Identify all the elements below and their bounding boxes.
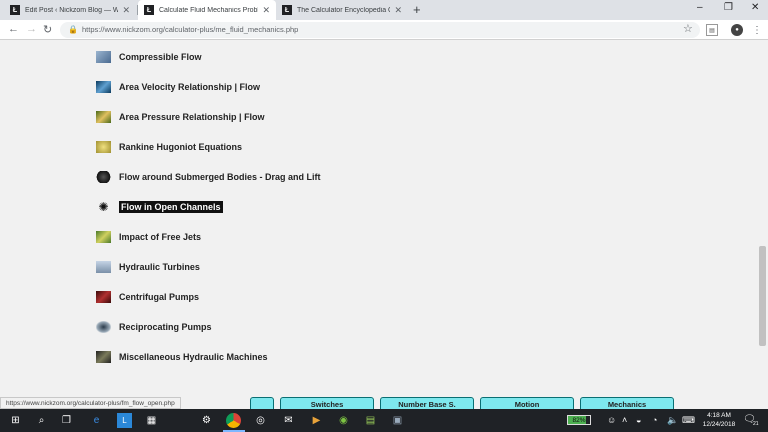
centrifugal-pumps-thumb	[96, 291, 111, 303]
nickzom-favicon-icon: Ł	[282, 5, 292, 15]
battery-indicator[interactable]: 82%	[567, 415, 591, 425]
list-item-label[interactable]: Impact of Free Jets	[119, 232, 201, 242]
network-icon[interactable]: ◒	[636, 415, 641, 425]
windows-taskbar: ⊞ ⌕ ❐ e L ▦ ⚙ ◎ ✉ ▶ ◉ ▤ ▣ 82% ☺ ˄ ◒ ◔ 🔈 …	[0, 409, 768, 432]
back-button[interactable]: ←	[8, 23, 19, 35]
extension-icon[interactable]: ▤	[706, 24, 718, 36]
hydraulic-turbines-thumb	[96, 261, 111, 273]
list-item[interactable]: Impact of Free Jets	[96, 229, 201, 245]
minimize-button[interactable]: –	[697, 2, 703, 13]
page-scrollbar[interactable]	[757, 41, 768, 397]
media-player-icon[interactable]: ▶	[309, 413, 324, 428]
maximize-button[interactable]: ❐	[724, 2, 733, 13]
tab-fluid-mechanics[interactable]: Ł Calculate Fluid Mechanics Proble ✕	[138, 0, 276, 20]
task-view-icon[interactable]: ❐	[59, 413, 74, 428]
windows-start-icon[interactable]: ⊞	[8, 413, 23, 428]
new-tab-button[interactable]: +	[413, 2, 421, 17]
forward-button[interactable]: →	[26, 23, 37, 35]
list-item-label[interactable]: Flow in Open Channels	[119, 201, 223, 213]
search-icon[interactable]: ⌕	[34, 413, 49, 428]
rankine-thumb	[96, 141, 111, 153]
close-tab-icon[interactable]: ✕	[122, 5, 130, 16]
submerged-bodies-thumb	[96, 171, 111, 183]
bookmark-star-icon[interactable]: ☆	[683, 22, 693, 35]
page-content: Compressible Flow Area Velocity Relation…	[0, 41, 757, 397]
app-window-icon[interactable]: ▣	[390, 413, 405, 428]
status-url: https://www.nickzom.org/calculator-plus/…	[6, 399, 175, 407]
list-item[interactable]: Hydraulic Turbines	[96, 259, 200, 275]
tab-title: Calculate Fluid Mechanics Proble	[159, 6, 259, 14]
area-pressure-thumb	[96, 111, 111, 123]
misc-machines-thumb	[96, 351, 111, 363]
tab-title: The Calculator Encyclopedia Calc	[297, 6, 390, 14]
wifi-icon[interactable]: ◔	[652, 415, 657, 425]
list-item[interactable]: Area Pressure Relationship | Flow	[96, 109, 265, 125]
close-tab-icon[interactable]: ✕	[262, 5, 270, 16]
lock-icon: 🔒	[68, 25, 78, 34]
browser-toolbar: ← → ↻ 🔒 https://www.nickzom.org/calculat…	[0, 20, 768, 40]
calculator-icon[interactable]: ▦	[144, 413, 159, 428]
list-item[interactable]: Miscellaneous Hydraulic Machines	[96, 349, 268, 365]
list-item-label[interactable]: Rankine Hugoniot Equations	[119, 142, 242, 152]
android-icon[interactable]: ◉	[336, 413, 351, 428]
system-clock[interactable]: 4:18 AM 12/24/2018	[700, 411, 738, 429]
area-velocity-thumb	[96, 81, 111, 93]
volume-icon[interactable]: 🔈	[667, 415, 678, 426]
list-item-label[interactable]: Compressible Flow	[119, 52, 202, 62]
link-status-bar: https://www.nickzom.org/calculator-plus/…	[0, 397, 181, 409]
mail-icon[interactable]: ✉	[281, 413, 296, 428]
people-icon[interactable]: ☺	[607, 415, 616, 425]
tab-calculator-encyclopedia[interactable]: Ł The Calculator Encyclopedia Calc ✕	[276, 0, 408, 20]
open-channels-thumb: ✺	[98, 200, 109, 214]
free-jets-thumb	[96, 231, 111, 243]
edge-icon[interactable]: e	[89, 413, 104, 428]
list-item-label[interactable]: Hydraulic Turbines	[119, 262, 200, 272]
list-item[interactable]: Centrifugal Pumps	[96, 289, 199, 305]
show-hidden-icons-icon[interactable]: ˄	[622, 415, 627, 425]
list-item[interactable]: ✺ Flow in Open Channels	[96, 199, 223, 215]
battery-percent: 82%	[572, 416, 586, 424]
nickzom-favicon-icon: Ł	[144, 5, 154, 15]
list-item[interactable]: Rankine Hugoniot Equations	[96, 139, 242, 155]
notepad-icon[interactable]: ▤	[363, 413, 378, 428]
list-item-label[interactable]: Area Pressure Relationship | Flow	[119, 112, 265, 122]
settings-gear-icon[interactable]: ⚙	[199, 413, 214, 428]
list-item-label[interactable]: Reciprocating Pumps	[119, 322, 212, 332]
media-icon[interactable]: ◎	[253, 413, 268, 428]
list-item-label[interactable]: Miscellaneous Hydraulic Machines	[119, 352, 268, 362]
reciprocating-pumps-thumb	[96, 321, 111, 333]
close-tab-icon[interactable]: ✕	[394, 5, 402, 16]
list-item[interactable]: Area Velocity Relationship | Flow	[96, 79, 260, 95]
list-item-label[interactable]: Centrifugal Pumps	[119, 292, 199, 302]
compressible-flow-thumb	[96, 51, 111, 63]
reload-button[interactable]: ↻	[43, 23, 52, 36]
scrollbar-thumb[interactable]	[759, 246, 766, 346]
list-item-label[interactable]: Flow around Submerged Bodies - Drag and …	[119, 172, 321, 182]
keyboard-icon[interactable]: ⌨	[682, 415, 695, 426]
app-l-icon[interactable]: L	[117, 413, 132, 428]
profile-avatar[interactable]: ●	[731, 24, 743, 36]
clock-date: 12/24/2018	[702, 421, 736, 428]
tab-title: Edit Post ‹ Nickzom Blog — Wo	[25, 6, 119, 14]
address-url[interactable]: https://www.nickzom.org/calculator-plus/…	[82, 25, 298, 34]
tab-edit-post[interactable]: Ł Edit Post ‹ Nickzom Blog — Wo ✕	[4, 0, 136, 20]
tab-strip: Ł Edit Post ‹ Nickzom Blog — Wo ✕ Ł Calc…	[0, 0, 768, 20]
notification-count: 21	[753, 421, 759, 427]
list-item[interactable]: Flow around Submerged Bodies - Drag and …	[96, 169, 321, 185]
clock-time: 4:18 AM	[707, 412, 731, 419]
nickzom-favicon-icon: Ł	[10, 5, 20, 15]
chrome-icon[interactable]	[226, 413, 241, 428]
address-bar[interactable]: 🔒 https://www.nickzom.org/calculator-plu…	[60, 22, 700, 38]
close-window-button[interactable]: ✕	[751, 2, 759, 13]
list-item[interactable]: Compressible Flow	[96, 49, 202, 65]
list-item[interactable]: Reciprocating Pumps	[96, 319, 212, 335]
menu-icon[interactable]: ⋮	[751, 24, 763, 36]
list-item-label[interactable]: Area Velocity Relationship | Flow	[119, 82, 260, 92]
